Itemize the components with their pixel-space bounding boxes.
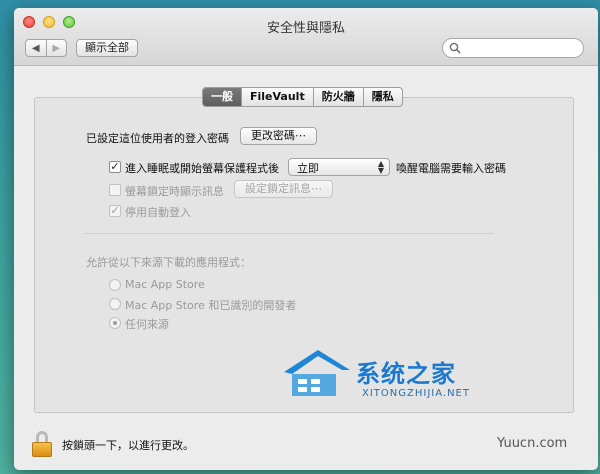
disable-auto-login-label: 停用自動登入 xyxy=(125,206,191,219)
set-lock-message-button[interactable]: 設定鎖定訊息⋯ xyxy=(234,180,333,198)
source-label-identified: Mac App Store 和已識別的開發者 xyxy=(125,299,297,312)
show-message-label: 螢幕鎖定時顯示訊息 xyxy=(125,185,224,198)
tab-firewall[interactable]: 防火牆 xyxy=(312,88,363,106)
tab-general[interactable]: 一般 xyxy=(203,88,241,106)
password-delay-select[interactable]: 立即 ▲ ▼ xyxy=(288,158,390,176)
allow-apps-label: 允許從以下來源下載的應用程式： xyxy=(86,256,251,269)
toolbar: 安全性與隱私 ◀ ▶ 顯示全部 xyxy=(14,8,598,66)
show-message-checkbox[interactable] xyxy=(109,184,121,196)
section-divider xyxy=(84,233,494,234)
radio-mac-app-store[interactable] xyxy=(109,279,121,291)
lock-icon[interactable] xyxy=(32,431,52,457)
watermark-title: 系统之家 xyxy=(356,360,456,388)
change-password-button[interactable]: 更改密碼⋯ xyxy=(240,127,317,145)
source-label-anywhere: 任何來源 xyxy=(125,318,169,331)
require-password-checkbox[interactable]: ✓ xyxy=(109,161,121,173)
password-delay-value: 立即 xyxy=(297,162,319,175)
lock-body xyxy=(32,442,52,457)
chevron-left-icon: ◀ xyxy=(31,42,40,54)
watermark-url: XITONGZHIJIA.NET xyxy=(362,388,470,399)
radio-dot xyxy=(113,321,117,325)
chevron-right-icon: ▶ xyxy=(52,42,61,54)
tab-filevault[interactable]: FileVault xyxy=(241,88,313,106)
search-field[interactable] xyxy=(442,38,584,58)
password-set-label: 已設定這位使用者的登入密碼 xyxy=(86,132,229,145)
updown-arrows-icon: ▲ ▼ xyxy=(377,159,384,175)
radio-anywhere[interactable] xyxy=(109,317,121,329)
corner-watermark: Yuucn.com xyxy=(497,436,568,451)
house-logo-icon xyxy=(284,350,350,396)
show-all-button[interactable]: 顯示全部 xyxy=(76,39,138,57)
lock-hint-text: 按鎖頭一下，以進行更改。 xyxy=(62,439,194,452)
search-icon xyxy=(449,42,461,54)
back-button[interactable]: ◀ xyxy=(26,40,46,56)
require-password-label: 進入睡眠或開始螢幕保護程式後 xyxy=(125,162,279,175)
tab-privacy[interactable]: 隱私 xyxy=(362,88,402,106)
require-password-suffix: 喚醒電腦需要輸入密碼 xyxy=(396,162,506,175)
disable-auto-login-checkbox[interactable]: ✓ xyxy=(109,205,121,217)
window-title: 安全性與隱私 xyxy=(266,21,345,36)
radio-identified-developers[interactable] xyxy=(109,298,121,310)
tab-bar: 一般 FileVault 防火牆 隱私 xyxy=(202,87,403,107)
forward-button[interactable]: ▶ xyxy=(45,40,67,56)
navigation-buttons: ◀ ▶ xyxy=(25,39,67,57)
source-label-app-store: Mac App Store xyxy=(125,278,205,291)
watermark-logo: 系统之家 XITONGZHIJIA.NET xyxy=(278,346,508,408)
